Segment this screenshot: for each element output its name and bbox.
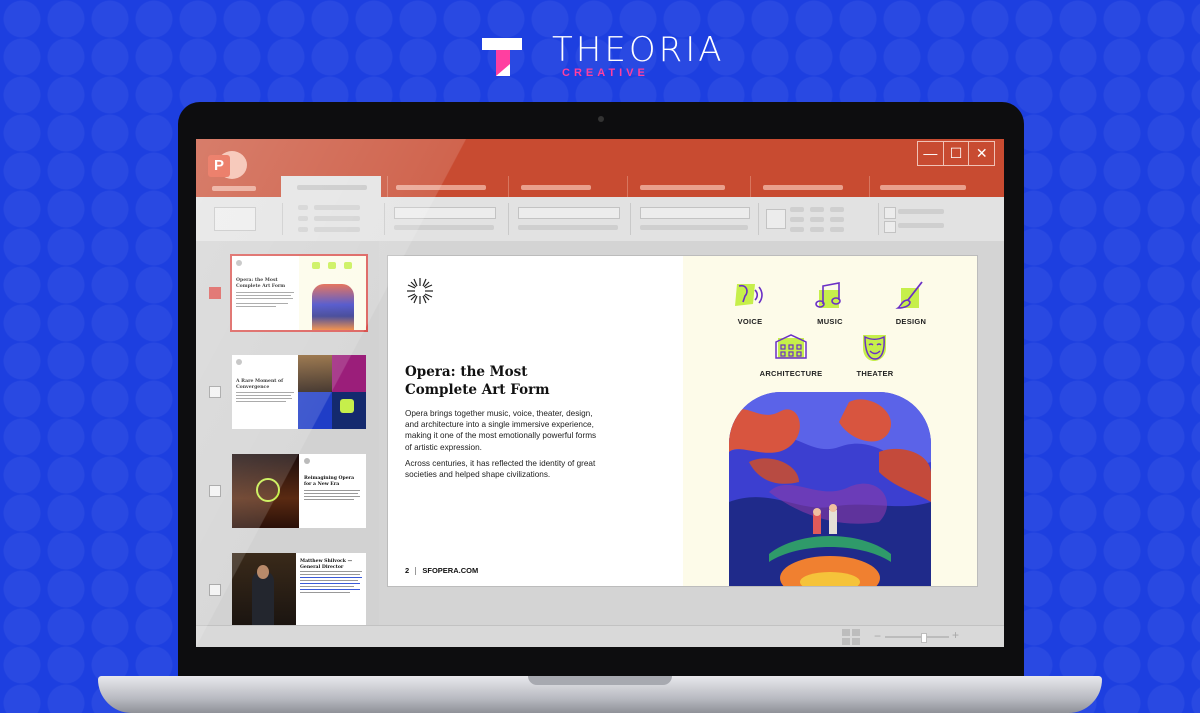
- thumbnail-slide-1[interactable]: Opera: the Most Complete Art Form: [230, 254, 368, 332]
- minimize-button[interactable]: —: [918, 142, 944, 165]
- slide-footer: 2 SFOPERA.COM: [405, 566, 479, 576]
- theoria-logo-mark: [482, 38, 522, 76]
- zoom-in-button[interactable]: +: [952, 628, 959, 642]
- logo-subtitle: CREATIVE: [562, 67, 649, 79]
- thumbnail-title: Opera: the Most Complete Art Form: [236, 278, 286, 289]
- thumbnail-title: A Rare Moment of Convergence: [236, 379, 284, 390]
- slide-title: Opera: the Most Complete Art Form: [405, 363, 635, 399]
- icon-voice: VOICE: [720, 280, 780, 326]
- icon-label: MUSIC: [817, 317, 843, 326]
- opera-sunburst-logo: [407, 278, 433, 304]
- ribbon-group-slides: [288, 203, 385, 235]
- tab-design[interactable]: [508, 176, 627, 197]
- footer-url: SFOPERA.COM: [422, 566, 479, 575]
- slide-body: Opera brings together music, voice, thea…: [405, 408, 605, 485]
- zoom-out-button[interactable]: −: [874, 629, 881, 643]
- tab-home[interactable]: [281, 176, 381, 197]
- logo-wordmark: THEORIA: [552, 30, 725, 70]
- thumbnail-slide-2[interactable]: A Rare Moment of Convergence: [232, 355, 366, 429]
- tab-insert[interactable]: [387, 176, 508, 197]
- webcam: [598, 116, 604, 122]
- icon-label: DESIGN: [895, 317, 927, 326]
- slide-title-line-2: Complete Art Form: [405, 382, 550, 398]
- slide-thumbnails-panel: Opera: the Most Complete Art Form A Rare…: [196, 241, 379, 627]
- thumbnail-slide-3[interactable]: Reimagining Opera for a New Era: [232, 454, 366, 528]
- font-select[interactable]: [394, 207, 496, 219]
- tab-slideshow[interactable]: [869, 176, 1004, 197]
- ribbon-group-arrange: [762, 203, 879, 235]
- tab-transitions[interactable]: [627, 176, 750, 197]
- status-bar: − +: [196, 625, 1004, 647]
- replace-button[interactable]: [884, 221, 896, 233]
- theater-mask-icon: [863, 335, 886, 361]
- ribbon-tabs: [196, 176, 1004, 197]
- find-button[interactable]: [884, 207, 896, 219]
- icon-label: THEATER: [856, 369, 894, 378]
- icon-music: MUSIC: [800, 280, 860, 326]
- ribbon-group-clipboard: [196, 203, 283, 235]
- powerpoint-window: P — ☐ ✕ Opera: the Most Complete Art For…: [196, 139, 1004, 647]
- paragraph-control[interactable]: [518, 207, 620, 219]
- page-number: 2: [405, 566, 410, 575]
- ribbon-group-editing: [882, 203, 1004, 235]
- main-slide[interactable]: Opera: the Most Complete Art Form Opera …: [388, 256, 977, 586]
- ribbon-group-drawing: [636, 203, 759, 235]
- body-paragraph-2: Across centuries, it has reflected the i…: [405, 458, 596, 480]
- window-controls: — ☐ ✕: [917, 141, 995, 166]
- voice-icon: [735, 284, 763, 306]
- icon-design: DESIGN: [881, 280, 941, 326]
- paste-button[interactable]: [214, 207, 256, 231]
- thumbnail-slide-4[interactable]: Matthew Shilvock — General Director: [232, 553, 366, 627]
- icon-architecture: ARCHITECTURE: [755, 332, 827, 378]
- zoom-slider-thumb[interactable]: [921, 633, 928, 643]
- ribbon-group-paragraph: [514, 203, 631, 235]
- body-paragraph-1: Opera brings together music, voice, thea…: [405, 409, 597, 452]
- tab-animations[interactable]: [750, 176, 869, 197]
- drawing-control[interactable]: [640, 207, 750, 219]
- theoria-logo: THEORIA CREATIVE: [482, 30, 722, 82]
- thumbnail-checkbox[interactable]: [209, 485, 221, 497]
- icon-label: VOICE: [737, 317, 763, 326]
- icon-theater: THEATER: [845, 332, 905, 378]
- building-icon: [775, 334, 807, 359]
- slide-sorter-view-icon[interactable]: [842, 629, 860, 645]
- arrange-button[interactable]: [766, 209, 786, 229]
- thumbnail-title: Reimagining Opera for a New Era: [304, 476, 355, 487]
- thumbnail-checkbox[interactable]: [209, 584, 221, 596]
- laptop-notch: [528, 676, 672, 685]
- zoom-slider-track[interactable]: [885, 636, 949, 638]
- icon-label: ARCHITECTURE: [759, 369, 823, 378]
- thumbnail-title: Matthew Shilvock — General Director: [300, 559, 353, 570]
- music-note-icon: [815, 282, 841, 308]
- ribbon-toolbar: [196, 197, 1004, 242]
- title-bar: P — ☐ ✕: [196, 139, 1004, 197]
- slide-title-line-1: Opera: the Most: [405, 364, 528, 380]
- opera-artwork-image: [729, 392, 931, 586]
- thumbnail-checkbox[interactable]: [209, 287, 221, 299]
- ribbon-group-font: [392, 203, 509, 235]
- maximize-button[interactable]: ☐: [944, 142, 970, 165]
- close-button[interactable]: ✕: [969, 142, 994, 165]
- paintbrush-icon: [895, 281, 923, 309]
- thumbnail-checkbox[interactable]: [209, 386, 221, 398]
